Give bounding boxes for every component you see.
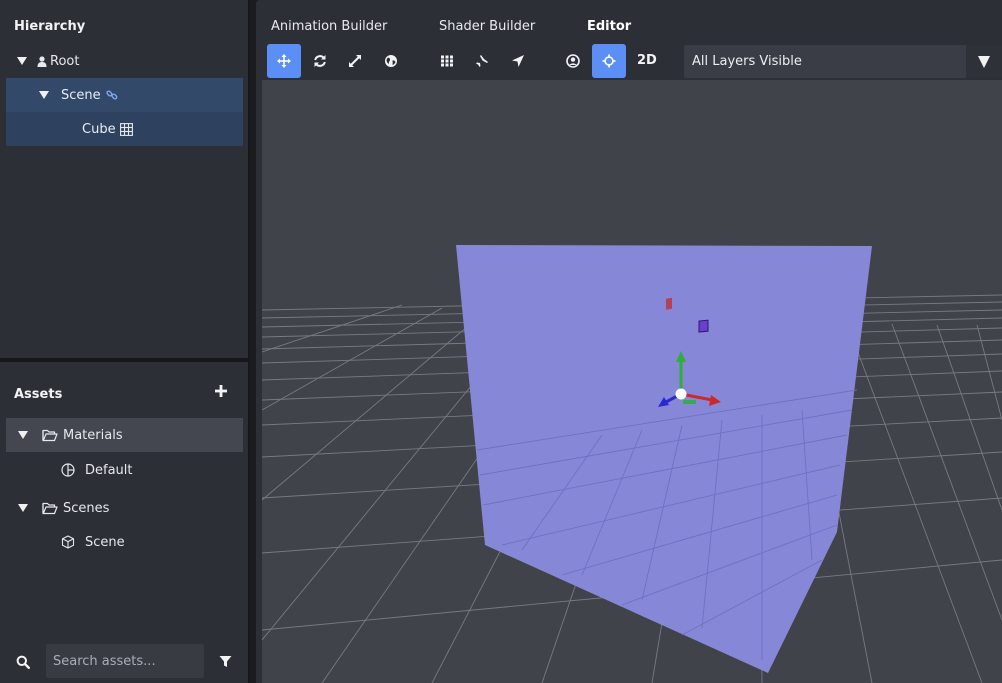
asset-folder-scenes[interactable]: Scenes (6, 491, 243, 525)
filter-button[interactable] (219, 655, 233, 669)
tree-item-label: Root (50, 53, 80, 69)
rotate-icon (314, 55, 326, 67)
chevron-down-icon[interactable] (39, 91, 49, 99)
caret-down-icon (978, 55, 990, 68)
tree-item-cube[interactable]: Cube (6, 112, 243, 146)
move-tool-button[interactable] (267, 44, 301, 78)
material-icon (61, 463, 75, 477)
hierarchy-title: Hierarchy (14, 19, 86, 34)
location-arrow-icon (512, 55, 524, 67)
search-input[interactable] (46, 644, 204, 678)
tree-item-scene[interactable]: Scene (6, 78, 243, 112)
cube-outline-icon (61, 535, 75, 549)
scale-tool-button[interactable] (338, 44, 372, 78)
viewport-toolbar: 2D All Layers Visible (262, 42, 1002, 80)
asset-item-scene[interactable]: Scene (6, 525, 243, 559)
plane-icon (476, 55, 488, 67)
grid-toggle-button[interactable] (430, 44, 464, 78)
layers-dropdown-button[interactable] (966, 45, 1002, 78)
rotate-tool-button[interactable] (303, 44, 337, 78)
fly-mode-button[interactable] (465, 44, 499, 78)
editor-area: Animation Builder Shader Builder Editor (256, 0, 1002, 683)
tree-item-label: Scenes (63, 500, 110, 516)
scene-viewport[interactable] (262, 80, 1002, 683)
tree-item-label: Scene (85, 534, 125, 550)
folder-open-icon (42, 429, 58, 442)
grid-icon (119, 122, 133, 136)
plus-icon (215, 385, 227, 397)
tree-item-label: Cube (82, 121, 116, 137)
expand-icon (349, 55, 361, 67)
scene-canvas[interactable] (262, 80, 1002, 683)
assets-title: Assets (14, 387, 63, 402)
folder-open-icon (42, 502, 58, 515)
snap-pivot-button[interactable] (592, 44, 626, 78)
hierarchy-panel: Hierarchy Root Scene Cube (0, 0, 250, 358)
assets-panel: Assets Materials Default Scenes Scene (0, 362, 250, 683)
layers-select-value: All Layers Visible (692, 54, 802, 69)
user-circle-icon (566, 54, 580, 68)
search-icon (16, 655, 31, 670)
tree-item-label: Default (85, 462, 133, 478)
add-asset-button[interactable] (214, 384, 230, 400)
navigate-button[interactable] (501, 44, 535, 78)
user-icon (37, 55, 47, 67)
move-arrows-icon (277, 54, 291, 68)
tree-item-label: Scene (61, 87, 101, 103)
tab-animation-builder[interactable]: Animation Builder (271, 19, 387, 34)
asset-folder-materials[interactable]: Materials (6, 418, 243, 452)
tab-editor[interactable]: Editor (587, 19, 631, 34)
mode-2d-toggle[interactable]: 2D (637, 53, 657, 68)
layers-select[interactable]: All Layers Visible (684, 45, 1002, 78)
world-space-button[interactable] (374, 44, 408, 78)
search-button[interactable] (16, 655, 32, 671)
grid-dots-icon (441, 55, 453, 67)
globe-icon (385, 55, 397, 67)
chevron-down-icon[interactable] (18, 431, 28, 439)
tree-item-root[interactable]: Root (6, 44, 243, 78)
asset-item-default[interactable]: Default (6, 453, 243, 487)
chevron-down-icon[interactable] (17, 57, 27, 65)
tree-item-label: Materials (63, 427, 123, 443)
filter-icon (219, 656, 232, 667)
crosshair-icon (602, 54, 616, 68)
tab-bar: Animation Builder Shader Builder Editor (256, 0, 1002, 42)
chevron-down-icon[interactable] (18, 504, 28, 512)
link-icon (106, 89, 118, 101)
tab-shader-builder[interactable]: Shader Builder (439, 19, 535, 34)
camera-view-button[interactable] (556, 44, 590, 78)
